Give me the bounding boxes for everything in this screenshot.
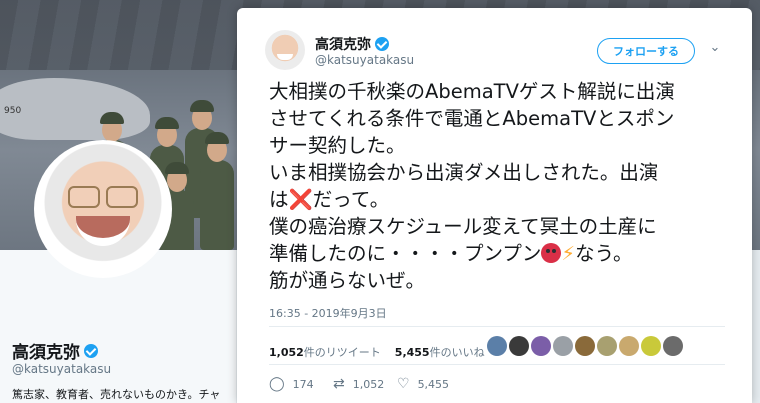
- chevron-down-icon[interactable]: ⌄: [707, 40, 723, 56]
- verified-icon: [84, 343, 98, 358]
- reply-count: 174: [292, 377, 314, 391]
- like-count: 5,455: [417, 377, 450, 391]
- angry-face-icon: [541, 243, 562, 263]
- avatar-face: [38, 144, 168, 274]
- liker-avatar[interactable]: [663, 336, 683, 356]
- like-action[interactable]: ♡ 5,455: [397, 376, 461, 392]
- profile-handle[interactable]: @katsuyatakasu: [12, 362, 111, 376]
- tweet-text-fragment: だって。: [312, 188, 390, 211]
- likes-stat[interactable]: 5,455件のいいね: [395, 344, 485, 360]
- profile-avatar[interactable]: [34, 140, 172, 278]
- tweet-modal: 高須克弥 @katsuyatakasu フォローする ⌄ 大相撲の千秋楽のAbe…: [237, 8, 752, 403]
- jet-image: [0, 78, 150, 140]
- liker-avatar[interactable]: [553, 336, 573, 356]
- tweet-text-fragment: は: [269, 188, 289, 211]
- lightning-icon: ⚡: [561, 242, 576, 265]
- liker-avatar[interactable]: [487, 336, 507, 356]
- tweet-text-fragment: 準備したのに・・・・プンプン: [269, 242, 542, 265]
- smile-shape: [76, 216, 130, 246]
- liker-avatar[interactable]: [597, 336, 617, 356]
- tweet-line: させてくれる条件で電通とAbemaTVとスポン: [269, 107, 675, 130]
- liker-avatar[interactable]: [641, 336, 661, 356]
- heart-icon: ♡: [397, 376, 410, 392]
- liker-avatar[interactable]: [619, 336, 639, 356]
- tweet-stats: 1,052件のリツイート 5,455件のいいね: [269, 344, 485, 360]
- divider: [269, 364, 725, 365]
- tweet-actions: ◯ 174 ⇄ 1,052 ♡ 5,455: [269, 376, 461, 392]
- cross-mark-icon: ❌: [288, 188, 313, 211]
- tweet-author-avatar[interactable]: [265, 30, 305, 70]
- retweet-count: 1,052: [352, 377, 385, 391]
- reply-action[interactable]: ◯ 174: [269, 376, 333, 392]
- tweet-timestamp[interactable]: 16:35 - 2019年9月3日: [269, 305, 387, 321]
- tweet-line: 筋が通らないぜ。: [269, 269, 426, 292]
- reply-icon: ◯: [269, 376, 285, 392]
- profile-name-text: 高須克弥: [12, 343, 80, 363]
- tweet-line: 大相撲の千秋楽のAbemaTVゲスト解説に出演: [269, 80, 675, 103]
- retweet-action[interactable]: ⇄ 1,052: [333, 376, 397, 392]
- tweet-text-fragment: なう。: [575, 242, 633, 265]
- liker-avatar[interactable]: [575, 336, 595, 356]
- liker-avatar[interactable]: [509, 336, 529, 356]
- tweet-author-name[interactable]: 高須克弥: [315, 34, 389, 54]
- retweet-icon: ⇄: [333, 376, 345, 392]
- divider: [269, 326, 725, 327]
- tweet-author-name-text: 高須克弥: [315, 37, 371, 53]
- profile-bio: 篤志家、教育者、売れないものかき。チャ: [12, 388, 221, 401]
- tweet-text: 大相撲の千秋楽のAbemaTVゲスト解説に出演 させてくれる条件で電通とAbem…: [269, 78, 741, 294]
- tweet-line: は❌だって。: [269, 186, 741, 213]
- tweet-line: サー契約した。: [269, 134, 406, 157]
- follow-button[interactable]: フォローする: [597, 38, 695, 64]
- likes-count: 5,455: [394, 346, 430, 359]
- likes-label: 件のいいね: [429, 346, 485, 359]
- tweet-line: 準備したのに・・・・プンプン ⚡なう。: [269, 240, 741, 267]
- glasses-icon: [68, 186, 138, 208]
- jet-number: 950: [4, 106, 22, 116]
- retweets-stat[interactable]: 1,052件のリツイート: [269, 344, 381, 360]
- avatar-smile: [277, 54, 293, 60]
- verified-icon: [375, 37, 389, 51]
- profile-name[interactable]: 高須克弥: [12, 338, 98, 363]
- liker-avatar[interactable]: [531, 336, 551, 356]
- tweet-author-handle[interactable]: @katsuyatakasu: [315, 53, 414, 67]
- liker-avatars: [487, 336, 683, 356]
- tweet-line: 僕の癌治療スケジュール変えて冥土の土産に: [269, 215, 657, 238]
- retweets-count: 1,052: [269, 346, 304, 359]
- retweets-label: 件のリツイート: [303, 346, 381, 359]
- tweet-line: いま相撲協会から出演ダメ出しされた。出演: [269, 161, 659, 184]
- soldier-figure: [200, 132, 234, 250]
